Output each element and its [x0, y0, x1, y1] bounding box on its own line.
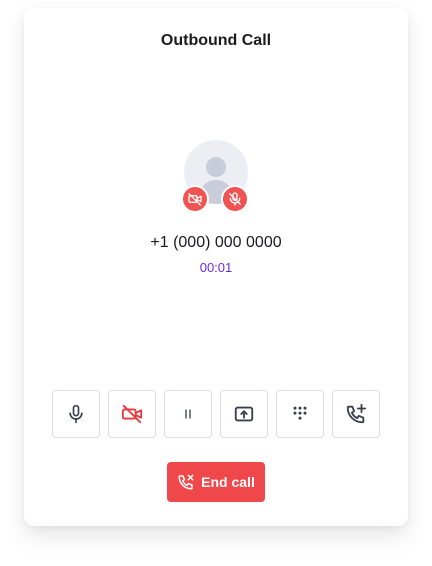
call-dialog: Outbound Call +1 (000) 000 0000 00:01 En… [24, 8, 408, 526]
dialpad-button[interactable] [276, 390, 324, 438]
end-call-button[interactable]: End call [167, 462, 265, 502]
call-duration: 00:01 [199, 260, 233, 275]
video-off-icon [188, 193, 202, 206]
video-off-icon [121, 404, 143, 424]
pause-icon [185, 409, 191, 419]
microphone-icon [69, 404, 83, 424]
add-call-button[interactable] [332, 390, 380, 438]
dialpad-icon [293, 406, 307, 420]
dialog-title: Outbound Call [160, 32, 272, 49]
phone-add-icon [346, 403, 367, 424]
share-screen-button[interactable] [220, 390, 268, 438]
screen-share-icon [234, 406, 254, 422]
page: Outbound Call +1 (000) 000 0000 00:01 En… [0, 0, 432, 566]
mic-off-status-badge [221, 185, 249, 213]
hold-button[interactable] [164, 390, 212, 438]
mic-off-icon [229, 192, 241, 206]
phone-hangup-icon [178, 474, 194, 490]
video-off-status-badge [181, 185, 209, 213]
video-toggle-button[interactable] [108, 390, 156, 438]
mute-button[interactable] [52, 390, 100, 438]
caller-avatar-group [181, 140, 249, 213]
caller-phone-number: +1 (000) 000 0000 [150, 234, 282, 251]
end-call-label: End call [201, 474, 255, 490]
call-controls [52, 390, 380, 438]
